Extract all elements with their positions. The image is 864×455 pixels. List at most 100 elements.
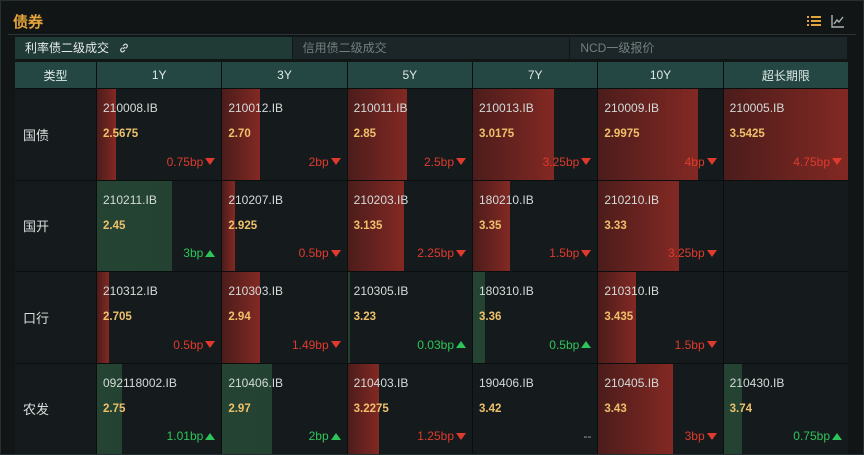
bond-quote-cell[interactable]: 092118002.IB 2.75 1.01bp (97, 363, 222, 454)
panel-toolbar (807, 14, 845, 28)
triangle-up-icon (330, 432, 341, 440)
yield-change: 3bp (685, 429, 717, 443)
bond-quote-cell[interactable]: 210303.IB 2.94 1.49bp (222, 272, 347, 363)
yield-change-value: 3bp (183, 246, 204, 260)
bond-yield: 3.43 (604, 402, 627, 415)
bond-quote-cell[interactable]: 210430.IB 3.74 0.75bp (723, 363, 848, 454)
tab-rates-secondary[interactable]: 利率债二级成交 (15, 37, 293, 59)
bond-code: 210405.IB (604, 375, 660, 390)
yield-change: 2.25bp (417, 246, 466, 260)
bond-yield: 3.36 (479, 311, 502, 323)
bond-quote-cell[interactable]: 210403.IB 3.2275 1.25bp (347, 363, 472, 454)
bond-quote-cell[interactable]: 210305.IB 3.23 0.03bp (347, 272, 472, 363)
bond-yield: 3.435 (604, 311, 634, 323)
bond-quote-cell[interactable]: 210207.IB 2.925 0.5bp (222, 180, 347, 271)
yield-change-value: 1.25bp (417, 429, 454, 443)
bond-quote-cell[interactable]: 180310.IB 3.36 0.5bp (473, 272, 598, 363)
yield-change-value: 1.49bp (291, 337, 329, 352)
triangle-up-icon (205, 432, 216, 440)
bond-yield: 3.2275 (353, 402, 389, 415)
bond-yield: 2.75 (103, 402, 126, 415)
yield-change: 0.03bp (417, 338, 466, 352)
bond-quote-cell[interactable]: 210310.IB 3.435 1.5bp (598, 272, 723, 363)
bond-yield: 3.74 (729, 402, 753, 415)
tab-ncd-primary[interactable]: NCD一级报价 (570, 37, 849, 59)
bond-code: 190406.IB (479, 375, 534, 390)
bond-yield: 3.23 (353, 311, 377, 323)
yield-change-value: 1.01bp (166, 429, 204, 443)
bond-quote-cell[interactable]: 190406.IB 3.42 -- (473, 363, 598, 454)
bond-quote-cell[interactable]: 210005.IB 3.5425 4.75bp (723, 89, 848, 180)
bond-quote-cell[interactable]: 210210.IB 3.33 3.25bp (598, 180, 723, 271)
line-chart-icon[interactable] (831, 14, 845, 28)
bond-yield: 2.97 (228, 402, 251, 415)
link-icon[interactable] (118, 39, 130, 53)
yield-change-value: 4bp (684, 154, 705, 169)
list-icon[interactable] (807, 14, 821, 28)
tab-label: 利率债二级成交 (25, 41, 110, 55)
bond-quote-cell[interactable]: 210405.IB 3.43 3bp (598, 363, 723, 454)
bond-quote-grid: 类型 1Y 3Y 5Y 7Y 10Y 超长期限 国债 210008.IB 2.5675 0.75bp… (15, 62, 848, 454)
bond-yield: 3.135 (353, 219, 383, 232)
yield-change: 4bp (685, 155, 717, 169)
bond-quote-cell[interactable]: 210406.IB 2.97 2bp (222, 363, 347, 454)
bond-quote-cell[interactable]: 210211.IB 2.45 3bp (97, 180, 222, 271)
bond-yield: 3.5425 (729, 128, 765, 140)
tab-label: 信用债二级成交 (302, 41, 387, 55)
row-header-type: 国债 (15, 89, 96, 180)
bond-code: 092118002.IB (103, 375, 177, 390)
yield-change-value: 3bp (684, 429, 705, 443)
triangle-down-icon (330, 249, 341, 257)
bond-code: 210203.IB (353, 192, 409, 207)
bond-yield: 3.0175 (479, 128, 515, 140)
yield-change: 1.5bp (549, 246, 592, 260)
bond-yield: 3.42 (479, 402, 502, 415)
panel-title: 债券 (13, 14, 44, 31)
bond-quote-cell[interactable]: 210203.IB 3.135 2.25bp (347, 180, 472, 271)
bond-yield: 3.33 (604, 219, 627, 232)
bond-code: 210013.IB (479, 101, 534, 115)
yield-change-value: 0.5bp (173, 337, 204, 352)
bond-yield: 2.925 (228, 219, 258, 232)
row-header-type: 口行 (15, 272, 96, 363)
bond-code: 210009.IB (604, 101, 660, 115)
tab-credit-secondary[interactable]: 信用债二级成交 (293, 37, 571, 59)
yield-change-value: 0.03bp (417, 337, 454, 352)
bond-yield: 2.85 (353, 128, 377, 140)
yield-change: 1.25bp (417, 429, 466, 443)
bond-code: 210403.IB (353, 375, 409, 390)
yield-change: 0.5bp (299, 246, 341, 260)
bond-yield: 2.70 (228, 128, 251, 140)
yield-change-value: 0.75bp (793, 429, 830, 443)
empty-quote-cell (723, 272, 848, 363)
bond-code: 210310.IB (604, 284, 660, 298)
yield-change: 0.5bp (173, 337, 216, 352)
yield-change: 0.5bp (549, 338, 592, 352)
triangle-down-icon (330, 341, 341, 348)
bond-quote-cell[interactable]: 210009.IB 2.9975 4bp (598, 89, 723, 180)
yield-change-value: 2bp (308, 429, 329, 443)
yield-change: 0.75bp (167, 155, 216, 169)
bond-quote-cell[interactable]: 210013.IB 3.0175 3.25bp (473, 89, 598, 180)
triangle-up-icon (581, 341, 592, 348)
bond-yield: 2.9975 (604, 128, 640, 140)
bond-code: 210312.IB (103, 284, 158, 298)
bond-quote-cell[interactable]: 180210.IB 3.35 1.5bp (473, 180, 598, 271)
bond-yield: 2.94 (228, 311, 251, 323)
triangle-down-icon (456, 158, 466, 165)
bond-quote-cell[interactable]: 210012.IB 2.70 2bp (222, 89, 347, 180)
bond-yield: 2.705 (103, 311, 132, 323)
bond-quote-cell[interactable]: 210011.IB 2.85 2.5bp (347, 89, 472, 180)
triangle-down-icon (456, 432, 466, 440)
bond-quote-cell[interactable]: 210008.IB 2.5675 0.75bp (97, 89, 222, 180)
column-header-tenor: 3Y (222, 62, 347, 88)
bond-code: 210008.IB (103, 101, 158, 115)
tab-label: NCD一级报价 (580, 41, 655, 55)
row-header-type: 农发 (15, 363, 96, 454)
column-header-tenor: 10Y (598, 62, 723, 88)
yield-change: 2.5bp (424, 155, 466, 169)
bond-quote-cell[interactable]: 210312.IB 2.705 0.5bp (97, 272, 222, 363)
yield-change-value: 4.75bp (793, 154, 830, 169)
column-header-type: 类型 (15, 62, 96, 88)
yield-change: 1.01bp (167, 429, 216, 443)
